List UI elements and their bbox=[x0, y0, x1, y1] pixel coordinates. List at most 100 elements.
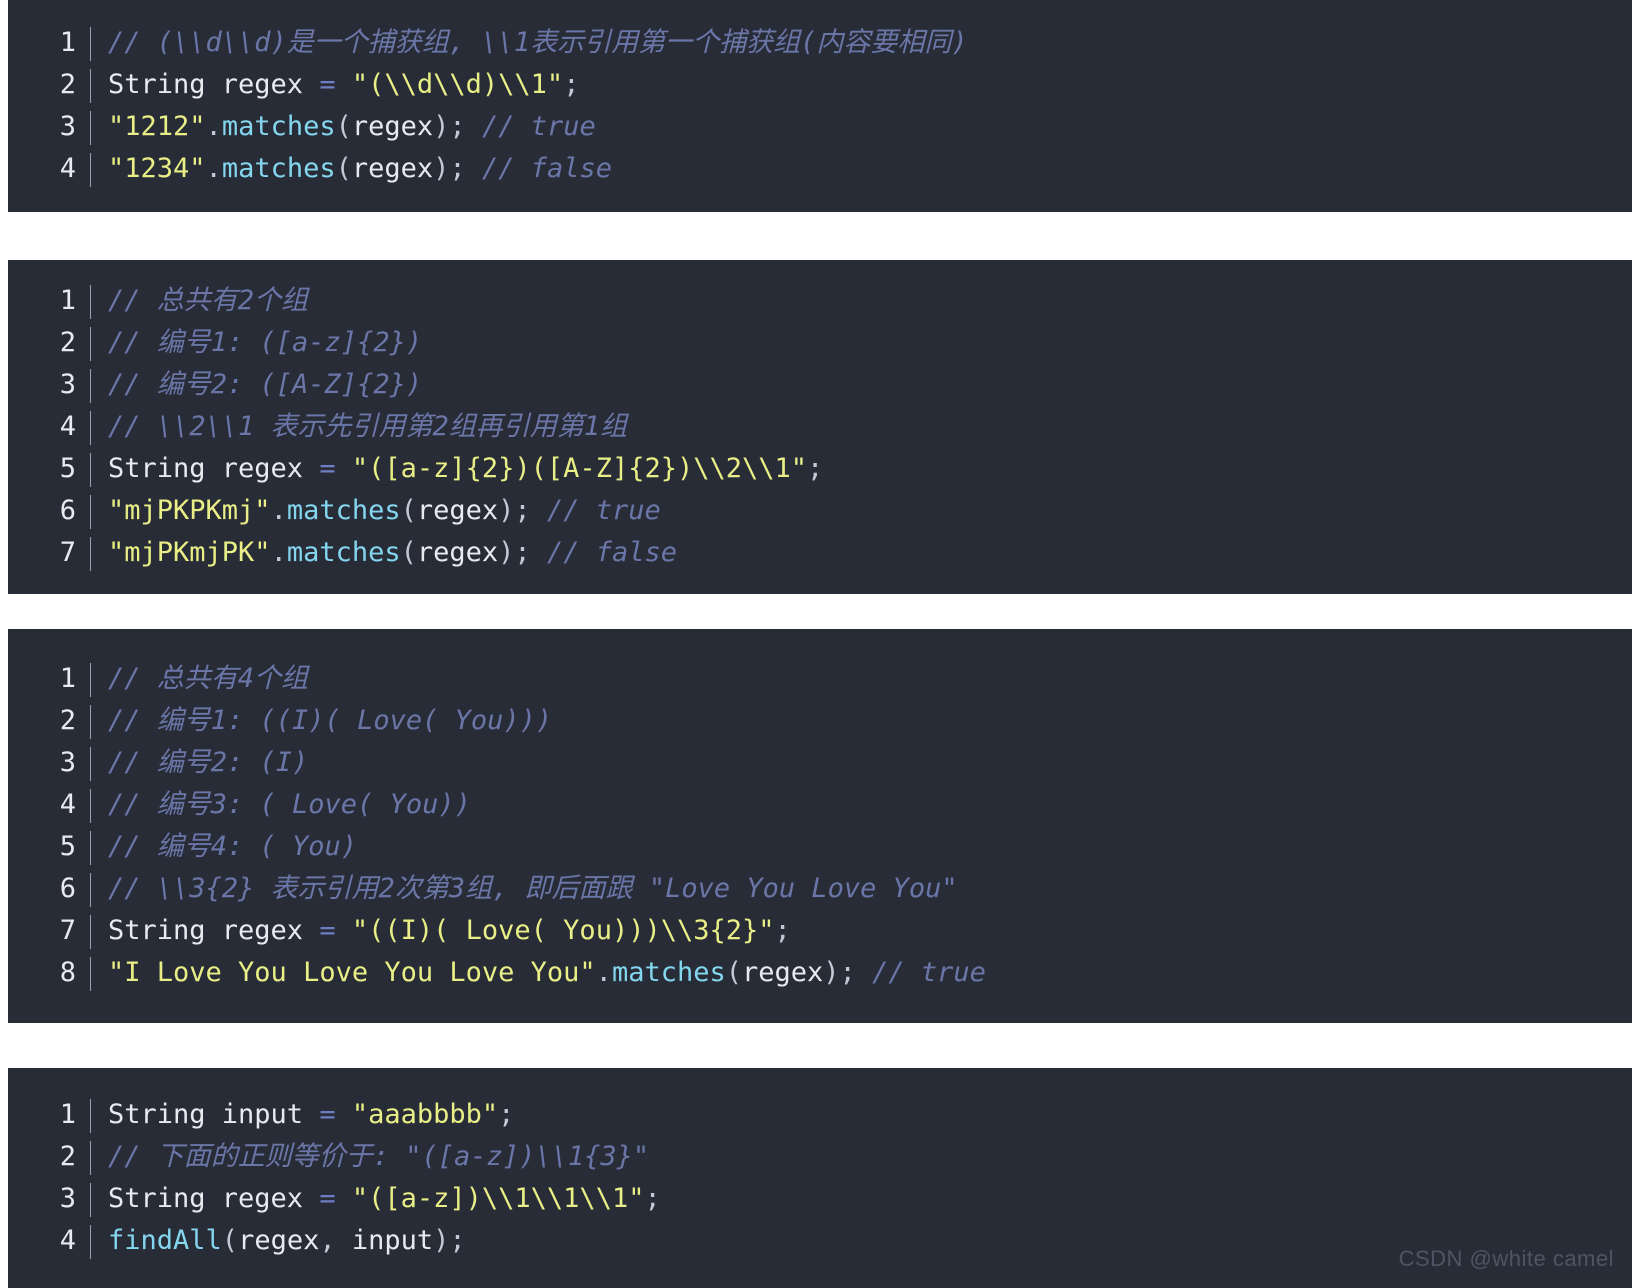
token-fn: matches bbox=[286, 537, 401, 568]
line-number: 5 bbox=[59, 831, 76, 862]
token-str: "([a-z]{2})([A-Z]{2})\\2\\1" bbox=[351, 453, 808, 484]
token-str: "I Love You Love You Love You" bbox=[108, 957, 596, 988]
code-text[interactable]: // 编号4: ( You) bbox=[91, 826, 1632, 868]
code-lines: 1 // 总共有4个组 2 // 编号1: ((I)( Love( You))) 3 //… bbox=[8, 629, 1632, 994]
token-plain: String input bbox=[108, 1099, 320, 1130]
token-plain: String regex bbox=[108, 69, 320, 100]
code-lines: 1 String input = "aaabbbb"; 2 // 下面的正则等价于: … bbox=[8, 1068, 1632, 1262]
token-punc: ( bbox=[725, 957, 742, 988]
token-cmt: // 编号4: ( You) bbox=[108, 831, 358, 862]
code-line: 8 "I Love You Love You Love You".matches(… bbox=[8, 952, 1632, 994]
code-text[interactable]: "1234".matches(regex); // false bbox=[91, 148, 1632, 190]
token-punc: ); bbox=[433, 111, 466, 142]
token-cmt: // (\\d\\d)是一个捕获组, \\1表示引用第一个捕获组(内容要相同) bbox=[108, 27, 968, 58]
token-cmt: // 编号2: ([A-Z]{2}) bbox=[108, 369, 423, 400]
code-text[interactable]: String regex = "([a-z])\\1\\1\\1"; bbox=[91, 1178, 1632, 1220]
code-line: 4 "1234".matches(regex); // false bbox=[8, 148, 1632, 190]
code-line: 1 // 总共有4个组 bbox=[8, 658, 1632, 700]
code-block: 1 // 总共有4个组 2 // 编号1: ((I)( Love( You))) 3 //… bbox=[8, 629, 1632, 1023]
token-cmt: // 编号3: ( Love( You)) bbox=[108, 789, 471, 820]
code-line: 2 // 编号1: ((I)( Love( You))) bbox=[8, 700, 1632, 742]
code-text[interactable]: "mjPKPKmj".matches(regex); // true bbox=[91, 490, 1632, 532]
token-punc: ; bbox=[807, 453, 824, 484]
token-cmt: // false bbox=[546, 537, 677, 568]
token-punc: ); bbox=[498, 537, 531, 568]
code-text[interactable]: String regex = "((I)( Love( You)))\\3{2}… bbox=[91, 910, 1632, 952]
code-text[interactable]: // \\2\\1 表示先引用第2组再引用第1组 bbox=[91, 406, 1632, 448]
token-cmt: // \\2\\1 表示先引用第2组再引用第1组 bbox=[108, 411, 628, 442]
code-text[interactable]: String regex = "(\\d\\d)\\1"; bbox=[91, 64, 1632, 106]
token-str: "((I)( Love( You)))\\3{2}" bbox=[351, 915, 775, 946]
code-text[interactable]: // 编号1: ([a-z]{2}) bbox=[91, 322, 1632, 364]
token-punc: ; bbox=[774, 915, 791, 946]
code-line: 1 String input = "aaabbbb"; bbox=[8, 1094, 1632, 1136]
token-str: "1234" bbox=[108, 153, 206, 184]
code-line: 4 // \\2\\1 表示先引用第2组再引用第1组 bbox=[8, 406, 1632, 448]
code-text[interactable]: "1212".matches(regex); // true bbox=[91, 106, 1632, 148]
line-number: 1 bbox=[59, 1099, 76, 1130]
code-line: 4 // 编号3: ( Love( You)) bbox=[8, 784, 1632, 826]
token-str: "(\\d\\d)\\1" bbox=[351, 69, 564, 100]
code-line: 7 String regex = "((I)( Love( You)))\\3{2… bbox=[8, 910, 1632, 952]
code-snippets-page: 1 // (\\d\\d)是一个捕获组, \\1表示引用第一个捕获组(内容要相同)… bbox=[0, 0, 1632, 1288]
token-punc: ( bbox=[221, 1225, 239, 1256]
token-plain: String regex bbox=[108, 1183, 320, 1214]
token-op: = bbox=[319, 69, 336, 100]
code-line: 3 String regex = "([a-z])\\1\\1\\1"; bbox=[8, 1178, 1632, 1220]
code-line: 1 // 总共有2个组 bbox=[8, 280, 1632, 322]
token-plain: String regex bbox=[108, 453, 320, 484]
line-number: 5 bbox=[59, 453, 76, 484]
token-punc: ); bbox=[433, 153, 466, 184]
code-text[interactable]: // 下面的正则等价于: "([a-z])\\1{3}" bbox=[91, 1136, 1632, 1178]
code-text[interactable]: "mjPKmjPK".matches(regex); // false bbox=[91, 532, 1632, 574]
code-block: 1 // (\\d\\d)是一个捕获组, \\1表示引用第一个捕获组(内容要相同)… bbox=[8, 0, 1632, 212]
code-line: 5 String regex = "([a-z]{2})([A-Z]{2})\\2… bbox=[8, 448, 1632, 490]
code-line: 2 // 编号1: ([a-z]{2}) bbox=[8, 322, 1632, 364]
line-number: 1 bbox=[59, 285, 76, 316]
code-line: 1 // (\\d\\d)是一个捕获组, \\1表示引用第一个捕获组(内容要相同) bbox=[8, 22, 1632, 64]
token-fn: findAll bbox=[108, 1225, 222, 1256]
code-text[interactable]: String regex = "([a-z]{2})([A-Z]{2})\\2\… bbox=[91, 448, 1632, 490]
code-text[interactable]: // 编号1: ((I)( Love( You))) bbox=[91, 700, 1632, 742]
code-text[interactable]: // \\3{2} 表示引用2次第3组, 即后面跟 "Love You Love… bbox=[91, 868, 1632, 910]
code-line: 6 "mjPKPKmj".matches(regex); // true bbox=[8, 490, 1632, 532]
code-line: 3 "1212".matches(regex); // true bbox=[8, 106, 1632, 148]
token-plain: regex bbox=[351, 111, 434, 142]
code-text[interactable]: // 编号2: ([A-Z]{2}) bbox=[91, 364, 1632, 406]
line-number: 4 bbox=[59, 411, 76, 442]
line-number: 3 bbox=[59, 111, 76, 142]
code-line: 2 // 下面的正则等价于: "([a-z])\\1{3}" bbox=[8, 1136, 1632, 1178]
line-number: 4 bbox=[59, 1225, 76, 1256]
token-plain: String regex bbox=[108, 915, 320, 946]
token-cmt: // 下面的正则等价于: "([a-z])\\1{3}" bbox=[108, 1141, 650, 1172]
token-cmt: // true bbox=[546, 495, 661, 526]
line-number: 1 bbox=[59, 27, 76, 58]
code-line: 3 // 编号2: ([A-Z]{2}) bbox=[8, 364, 1632, 406]
line-number: 1 bbox=[59, 663, 76, 694]
token-punc: ( bbox=[400, 537, 417, 568]
line-number: 4 bbox=[59, 153, 76, 184]
token-op: = bbox=[319, 453, 336, 484]
code-lines: 1 // 总共有2个组 2 // 编号1: ([a-z]{2}) 3 // 编号2: ([… bbox=[8, 260, 1632, 574]
token-str: "([a-z])\\1\\1\\1" bbox=[351, 1183, 645, 1214]
code-text[interactable]: // 编号3: ( Love( You)) bbox=[91, 784, 1632, 826]
code-text[interactable]: // (\\d\\d)是一个捕获组, \\1表示引用第一个捕获组(内容要相同) bbox=[91, 22, 1632, 64]
code-text[interactable]: // 总共有2个组 bbox=[91, 280, 1632, 322]
token-str: "1212" bbox=[108, 111, 206, 142]
code-text[interactable]: String input = "aaabbbb"; bbox=[91, 1094, 1632, 1136]
token-cmt: // true bbox=[481, 111, 596, 142]
code-text[interactable]: // 编号2: (I) bbox=[91, 742, 1632, 784]
line-number: 3 bbox=[59, 1183, 76, 1214]
token-op: = bbox=[319, 1099, 336, 1130]
token-fn: matches bbox=[221, 111, 336, 142]
code-text[interactable]: "I Love You Love You Love You".matches(r… bbox=[91, 952, 1632, 994]
code-text[interactable]: // 总共有4个组 bbox=[91, 658, 1632, 700]
line-number: 3 bbox=[59, 369, 76, 400]
token-str: "mjPKmjPK" bbox=[108, 537, 271, 568]
token-fn: matches bbox=[221, 153, 336, 184]
